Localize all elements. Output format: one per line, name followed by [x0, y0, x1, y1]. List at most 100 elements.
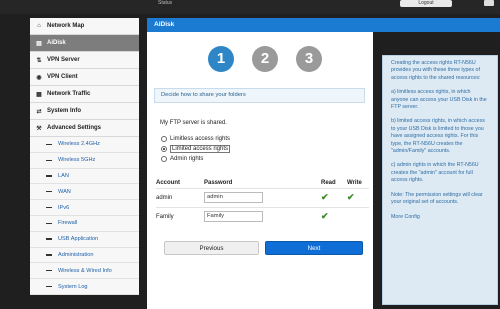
sidebar-subitem-label: Administration	[58, 251, 94, 258]
sidebar-subitem-lan[interactable]: LAN	[30, 168, 139, 185]
radio-label: Admin rights	[170, 156, 204, 162]
sidebar-item-label: VPN Client	[47, 74, 78, 80]
disk-icon: ▤	[36, 40, 42, 47]
password-cell: admin	[204, 187, 321, 207]
sidebar-subitem-firewall[interactable]: Firewall	[30, 215, 139, 232]
radio-button[interactable]	[161, 136, 167, 142]
dash-icon	[46, 206, 52, 209]
step-1-indicator: 1	[208, 46, 234, 72]
dash-icon	[46, 285, 52, 288]
sidebar-item-vpn-client[interactable]: ◉ VPN Client	[30, 69, 139, 86]
sidebar-item-label: Network Map	[47, 23, 85, 29]
radio-label: Limited access rights	[170, 145, 231, 153]
sidebar-subitem-label: Wireless 2.4GHz	[58, 141, 100, 148]
sidebar-subitem-wireless-24ghz[interactable]: Wireless 2.4GHz	[30, 137, 139, 153]
sidebar-item-label: Network Traffic	[47, 91, 91, 97]
read-check-icon: ✔	[321, 192, 329, 202]
sidebar-item-label: Advanced Settings	[47, 125, 102, 131]
write-check-icon: ✔	[347, 192, 355, 202]
vpn-server-icon: ⇅	[36, 57, 42, 64]
radio-limited-access[interactable]: Limited access rights	[161, 144, 231, 154]
sidebar: ⌂ Network Map ▤ AiDisk ⇅ VPN Server ◉ VP…	[30, 18, 139, 295]
write-cell: ✔	[347, 187, 369, 207]
sidebar-subitem-label: Wireless & Wired Info	[58, 267, 112, 274]
write-cell	[347, 206, 369, 226]
sidebar-subitem-system-log[interactable]: System Log	[30, 279, 139, 295]
sidebar-item-label: AiDisk	[47, 40, 66, 46]
sidebar-subitem-wireless-5ghz[interactable]: Wireless 5GHz	[30, 152, 139, 169]
shuffle-icon: ⇄	[36, 108, 42, 115]
table-row: admin admin ✔ ✔	[156, 187, 369, 207]
sidebar-subitem-label: IPv6	[58, 204, 70, 211]
home-icon: ⌂	[37, 23, 41, 29]
sidebar-subitem-wan[interactable]: WAN	[30, 184, 139, 201]
dash-icon	[46, 254, 52, 256]
help-title: Help	[382, 45, 397, 52]
sidebar-subitem-label: WAN	[58, 188, 71, 195]
radio-limitless-access[interactable]: Limitless access rights	[161, 134, 230, 144]
help-paragraph: Note: The permission settings will clear…	[391, 191, 483, 206]
dash-icon	[46, 175, 52, 177]
column-header-password: Password	[204, 179, 233, 186]
column-header-account: Account	[156, 179, 180, 186]
sidebar-subitem-wireless-wired-info[interactable]: Wireless & Wired Info	[30, 263, 139, 280]
password-field[interactable]: Family	[204, 211, 263, 223]
radio-admin-rights[interactable]: Admin rights	[161, 154, 230, 164]
previous-button[interactable]: Previous	[164, 241, 259, 255]
column-header-read: Read	[321, 179, 336, 186]
instruction-banner: Decide how to share your folders	[154, 88, 365, 103]
password-field[interactable]: admin	[204, 192, 263, 203]
sidebar-subitem-ipv6[interactable]: IPv6	[30, 200, 139, 216]
ftp-status-text: My FTP server is shared.	[160, 120, 227, 126]
help-paragraph: b) limited access rights, in which acces…	[391, 118, 485, 155]
sidebar-subitem-label: Firewall	[58, 220, 78, 227]
column-header-write: Write	[347, 179, 362, 186]
radio-button[interactable]	[161, 156, 167, 162]
dash-icon	[46, 222, 52, 225]
sidebar-item-network-traffic[interactable]: ▦ Network Traffic	[30, 86, 139, 103]
logout-button[interactable]: Logout	[400, 0, 452, 7]
accounts-table: Account Password Read Write admin admin …	[156, 178, 369, 226]
account-name: admin	[156, 187, 204, 207]
top-status-text: Status	[158, 0, 173, 6]
more-config-link[interactable]: More Config	[391, 214, 489, 221]
dash-icon	[46, 238, 52, 240]
page-title: AiDisk	[147, 18, 500, 32]
top-bar: Status Logout	[0, 0, 500, 14]
sidebar-item-network-map[interactable]: ⌂ Network Map	[30, 18, 139, 35]
help-paragraph: Creating the access rights RT-N56U provi…	[391, 60, 481, 81]
sidebar-subitem-label: LAN	[58, 172, 69, 179]
dash-icon	[46, 191, 52, 193]
radio-button[interactable]	[161, 146, 167, 152]
account-name: Family	[156, 206, 204, 226]
dash-icon	[46, 143, 52, 146]
sidebar-subitem-administration[interactable]: Administration	[30, 247, 139, 264]
wizard-steps: 1 2 3	[208, 46, 322, 72]
access-rights-radio-group: Limitless access rights Limited access r…	[161, 134, 231, 164]
read-cell: ✔	[321, 206, 347, 226]
radio-label: Limitless access rights	[170, 136, 231, 142]
sidebar-item-vpn-server[interactable]: ⇅ VPN Server	[30, 52, 139, 69]
language-icon[interactable]	[484, 0, 494, 6]
help-paragraph: a) limitless access rights, in which any…	[391, 89, 487, 111]
sidebar-subitem-label: System Log	[58, 283, 88, 290]
help-paragraph: c) admin rights in which the RT-N56U cre…	[391, 162, 479, 184]
dash-icon	[46, 159, 52, 161]
next-button[interactable]: Next	[265, 241, 363, 255]
traffic-icon: ▦	[36, 91, 42, 98]
sidebar-subitem-usb-application[interactable]: USB Application	[30, 231, 139, 248]
table-row: Family Family ✔	[156, 206, 369, 226]
read-cell: ✔	[321, 187, 347, 207]
sidebar-subitem-label: Wireless 5GHz	[58, 157, 96, 164]
sidebar-subitem-label: USB Application	[58, 236, 99, 243]
password-cell: Family	[204, 206, 321, 226]
globe-icon: ◉	[36, 74, 42, 81]
read-check-icon: ✔	[321, 211, 329, 222]
sidebar-item-aidisk[interactable]: ▤ AiDisk	[30, 35, 139, 52]
wrench-icon: ⚒	[36, 125, 42, 132]
sidebar-item-system-info[interactable]: ⇄ System Info	[30, 103, 139, 120]
step-3-indicator: 3	[296, 46, 322, 72]
sidebar-item-label: VPN Server	[47, 57, 80, 63]
table-header-row: Account Password Read Write	[156, 178, 369, 188]
sidebar-item-advanced-settings[interactable]: ⚒ Advanced Settings	[30, 120, 139, 137]
